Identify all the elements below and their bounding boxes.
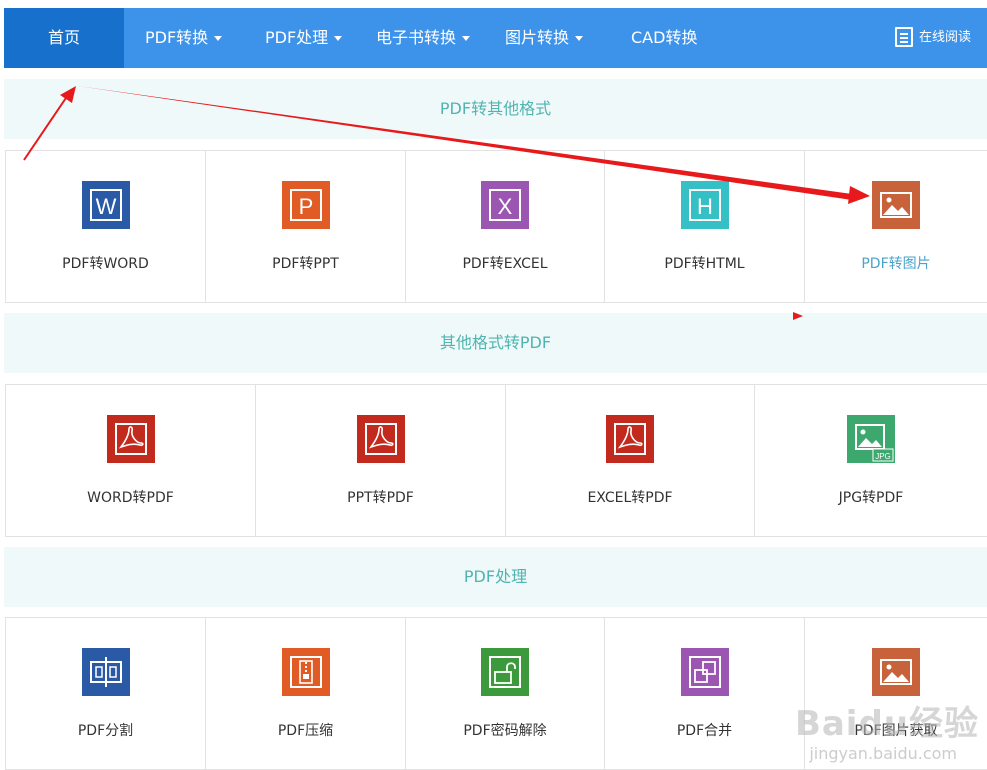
tile-label: PDF转WORD (62, 256, 149, 272)
watermark-logo: Baidu经验 (794, 704, 979, 744)
compress-icon (281, 648, 330, 696)
nav-pdf-process-label: PDF处理 (265, 28, 329, 47)
merge-icon (680, 648, 729, 696)
jpg-icon: JPG (847, 415, 895, 463)
tile-pdf-to-html[interactable]: H PDF转HTML (605, 151, 805, 303)
tile-label: PDF压缩 (277, 723, 334, 739)
chevron-down-icon (214, 36, 223, 41)
pdf-icon (356, 415, 405, 463)
excel-icon: X (481, 181, 529, 229)
nav-image-convert[interactable]: 图片转换 (505, 8, 584, 68)
tile-grid-pdf-to-other: W PDF转WORD P PDF转PPT X PDF转EXCEL H PDF转H… (5, 150, 987, 303)
tile-pdf-unlock[interactable]: PDF密码解除 (406, 618, 605, 770)
word-icon: W (81, 181, 130, 229)
nav-pdf-convert-label: PDF转换 (145, 28, 209, 47)
tile-label: PDF转图片 (861, 256, 931, 272)
chevron-down-icon (334, 36, 343, 41)
document-icon (894, 26, 913, 47)
nav-online-read[interactable]: 在线阅读 (894, 8, 971, 68)
tile-pdf-split[interactable]: PDF分割 (6, 618, 206, 770)
svg-text:JPG: JPG (875, 452, 891, 461)
tile-label: WORD转PDF (87, 490, 174, 506)
tile-pdf-merge[interactable]: PDF合并 (605, 618, 805, 770)
tile-pdf-to-image[interactable]: PDF转图片 (805, 151, 987, 303)
nav-image-convert-label: 图片转换 (505, 28, 570, 47)
unlock-icon (481, 648, 529, 696)
tile-pdf-to-excel[interactable]: X PDF转EXCEL (406, 151, 605, 303)
tile-grid-other-to-pdf: WORD转PDF PPT转PDF EXCEL转PDF JPG JPG转PDF (5, 384, 987, 537)
tile-label: PDF密码解除 (463, 723, 547, 739)
tile-label: PPT转PDF (347, 490, 414, 506)
ppt-icon: P (281, 181, 330, 229)
nav-ebook-convert[interactable]: 电子书转换 (376, 8, 471, 68)
tile-label: PDF转HTML (664, 256, 745, 272)
nav-online-read-label: 在线阅读 (918, 30, 971, 45)
html-icon: H (680, 181, 729, 229)
image-icon (872, 648, 920, 696)
tile-pdf-compress[interactable]: PDF压缩 (206, 618, 406, 770)
split-icon (81, 648, 130, 696)
tile-pdf-to-word[interactable]: W PDF转WORD (6, 151, 206, 303)
svg-text:H: H (697, 194, 713, 219)
tile-label: JPG转PDF (838, 490, 904, 506)
nav-ebook-convert-label: 电子书转换 (376, 28, 457, 47)
watermark-site: jingyan.baidu.com (809, 744, 957, 763)
section-header-other-to-pdf: 其他格式转PDF (4, 313, 987, 373)
nav-pdf-convert[interactable]: PDF转换 (145, 8, 223, 68)
svg-text:X: X (498, 194, 513, 219)
tile-word-to-pdf[interactable]: WORD转PDF (6, 385, 256, 537)
tile-label: PDF转EXCEL (462, 256, 548, 272)
tile-jpg-to-pdf[interactable]: JPG JPG转PDF (755, 385, 987, 537)
tile-ppt-to-pdf[interactable]: PPT转PDF (256, 385, 506, 537)
nav-home[interactable]: 首页 (4, 8, 124, 68)
svg-text:W: W (95, 194, 116, 219)
pdf-icon (106, 415, 155, 463)
pdf-icon (606, 415, 654, 463)
chevron-down-icon (575, 36, 584, 41)
tile-label: PDF转PPT (272, 256, 339, 272)
tile-label: EXCEL转PDF (587, 490, 673, 506)
section-header-pdf-process: PDF处理 (4, 547, 987, 607)
chevron-down-icon (462, 36, 471, 41)
section-header-pdf-to-other: PDF转其他格式 (4, 79, 987, 139)
nav-pdf-process[interactable]: PDF处理 (265, 8, 343, 68)
tile-label: PDF合并 (676, 723, 733, 739)
image-icon (872, 181, 920, 229)
tile-pdf-to-ppt[interactable]: P PDF转PPT (206, 151, 406, 303)
top-nav: 首页 PDF转换 PDF处理 电子书转换 图片转换 CAD转换 在线阅读 (4, 8, 987, 68)
tile-label: PDF分割 (77, 723, 134, 739)
nav-cad-convert[interactable]: CAD转换 (631, 8, 697, 68)
tile-excel-to-pdf[interactable]: EXCEL转PDF (506, 385, 755, 537)
svg-text:P: P (298, 194, 313, 219)
